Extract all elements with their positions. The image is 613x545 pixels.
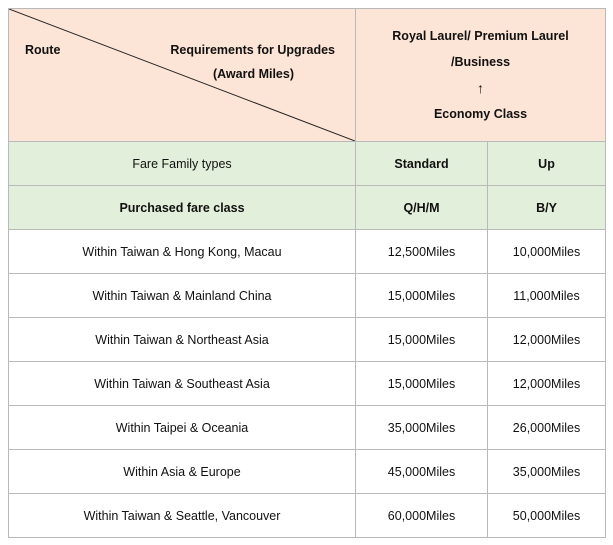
standard-miles-cell: 60,000Miles: [355, 493, 488, 538]
up-miles-cell: 12,000Miles: [486, 317, 607, 362]
route-cell: Within Taiwan & Southeast Asia: [8, 361, 356, 406]
table-row: Within Taipei & Oceania 35,000Miles 26,0…: [8, 405, 607, 450]
class-line-business: /Business: [450, 55, 511, 69]
up-miles-cell: 26,000Miles: [486, 405, 607, 450]
fare-family-up: Up: [486, 141, 607, 186]
standard-miles-cell: 15,000Miles: [355, 273, 488, 318]
table-row: Within Asia & Europe 45,000Miles 35,000M…: [8, 449, 607, 494]
route-cell: Within Taiwan & Seattle, Vancouver: [8, 493, 356, 538]
purchased-class-label: Purchased fare class: [8, 185, 356, 230]
upgrade-class-header: Royal Laurel/ Premium Laurel /Business ↑…: [354, 8, 607, 142]
route-cell: Within Asia & Europe: [8, 449, 356, 494]
up-miles-cell: 12,000Miles: [486, 361, 607, 406]
award-upgrade-table: Route Requirements for Upgrades (Award M…: [8, 8, 607, 538]
route-cell: Within Taipei & Oceania: [8, 405, 356, 450]
route-cell: Within Taiwan & Hong Kong, Macau: [8, 229, 356, 274]
up-miles-cell: 10,000Miles: [486, 229, 607, 274]
standard-miles-cell: 45,000Miles: [355, 449, 488, 494]
table-row: Within Taiwan & Seattle, Vancouver 60,00…: [8, 493, 607, 538]
up-miles-cell: 11,000Miles: [486, 273, 607, 318]
up-miles-cell: 50,000Miles: [486, 493, 607, 538]
purchased-class-up: B/Y: [486, 185, 607, 230]
award-miles-label: (Award Miles): [212, 67, 294, 81]
corner-header-cell: Route Requirements for Upgrades (Award M…: [8, 8, 356, 142]
standard-miles-cell: 12,500Miles: [355, 229, 488, 274]
table-row: Within Taiwan & Mainland China 15,000Mil…: [8, 273, 607, 318]
table-row: Within Taiwan & Southeast Asia 15,000Mil…: [8, 361, 607, 406]
standard-miles-cell: 15,000Miles: [355, 317, 488, 362]
route-label: Route: [25, 43, 61, 57]
requirements-label: Requirements for Upgrades: [170, 43, 335, 57]
diagonal-divider: [9, 9, 355, 141]
table-row: Within Taiwan & Hong Kong, Macau 12,500M…: [8, 229, 607, 274]
class-line-top: Royal Laurel/ Premium Laurel: [392, 29, 569, 43]
route-cell: Within Taiwan & Mainland China: [8, 273, 356, 318]
standard-miles-cell: 35,000Miles: [355, 405, 488, 450]
class-line-economy: Economy Class: [433, 107, 528, 121]
route-cell: Within Taiwan & Northeast Asia: [8, 317, 356, 362]
table-row: Within Taiwan & Northeast Asia 15,000Mil…: [8, 317, 607, 362]
standard-miles-cell: 15,000Miles: [355, 361, 488, 406]
fare-family-label: Fare Family types: [8, 141, 356, 186]
up-miles-cell: 35,000Miles: [486, 449, 607, 494]
purchased-class-standard: Q/H/M: [355, 185, 488, 230]
arrow-up-icon: ↑: [477, 80, 484, 96]
fare-family-standard: Standard: [355, 141, 488, 186]
